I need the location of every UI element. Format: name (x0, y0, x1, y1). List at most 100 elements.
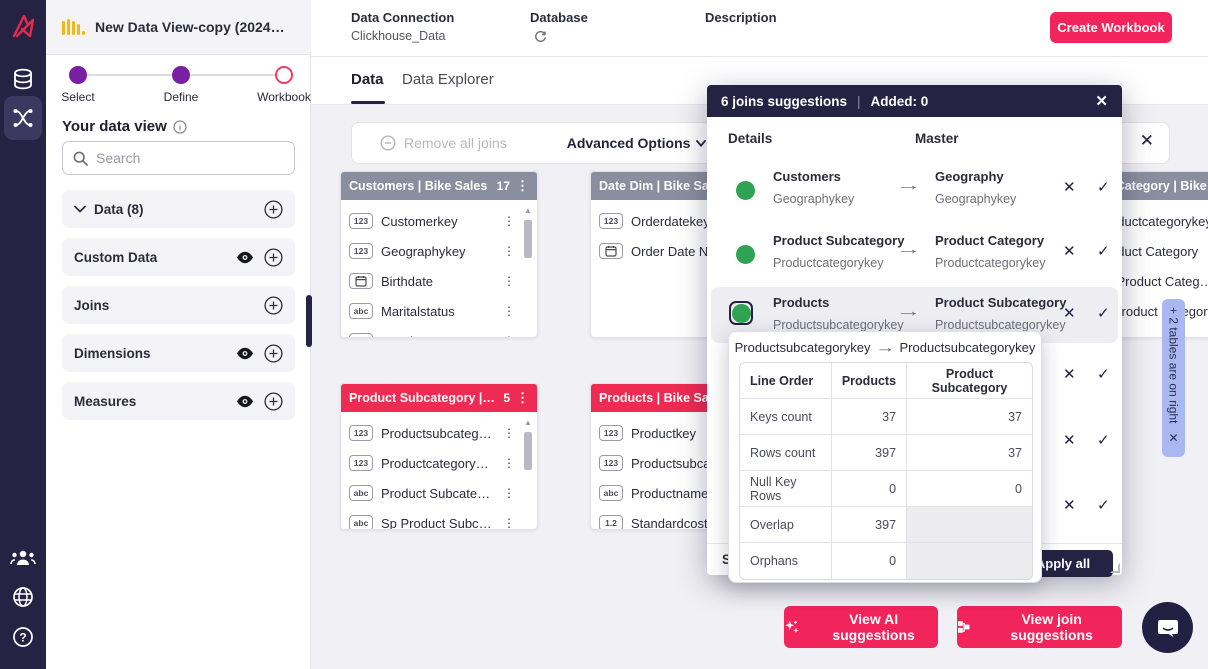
sidebar-item-custom-data[interactable]: Custom Data (62, 238, 295, 276)
step-select-circle[interactable] (69, 66, 87, 84)
field-row[interactable]: 123Productcategorykey⋮ (349, 448, 537, 478)
number-type-icon: 123 (599, 213, 623, 229)
kebab-menu-icon[interactable]: ⋮ (503, 516, 515, 530)
joins-nav-icon[interactable] (0, 107, 46, 129)
accept-join-icon[interactable]: ✓ (1097, 496, 1110, 514)
kebab-menu-icon[interactable]: ⋮ (503, 426, 515, 440)
field-row[interactable]: abcMaritalstatus⋮ (349, 296, 537, 326)
sidebar-item-joins[interactable]: Joins (62, 286, 295, 324)
table-field-count: 17 (497, 179, 510, 193)
tab-data-explorer[interactable]: Data Explorer (402, 71, 494, 88)
accept-join-icon[interactable]: ✓ (1097, 178, 1110, 196)
add-icon[interactable] (264, 392, 283, 411)
database-field: Database (530, 10, 588, 43)
tables-overflow-badge[interactable]: + 2 tables are on right ✕ (1162, 299, 1185, 457)
field-row[interactable]: abcProduct Subcategory⋮ (349, 478, 537, 508)
details-column-label: Details (728, 131, 772, 146)
field-row[interactable]: abcSp Product Subcategory⋮ (349, 508, 537, 530)
accept-join-icon[interactable]: ✓ (1097, 365, 1110, 383)
globe-nav-icon[interactable] (0, 586, 46, 608)
reject-join-icon[interactable]: ✕ (1063, 496, 1076, 514)
search-box[interactable] (62, 141, 295, 175)
eye-icon[interactable] (236, 251, 254, 264)
sparkles-icon (784, 619, 800, 636)
tab-data[interactable]: Data (351, 71, 384, 88)
dataview-title-bar[interactable]: New Data View-copy (2024… (46, 0, 311, 55)
field-row[interactable]: 123Geographykey⋮ (349, 236, 537, 266)
close-icon[interactable]: ✕ (1095, 92, 1108, 110)
support-chat-button[interactable] (1142, 602, 1193, 653)
sidebar-item-label: Dimensions (74, 346, 228, 361)
join-arrow-icon: → (875, 340, 895, 355)
calendar-icon (349, 273, 373, 289)
join-suggestion-row[interactable]: Product Subcategory Productcategorykey →… (711, 225, 1118, 281)
join-suggestion-row[interactable]: Customers Geographykey → Geography Geogr… (711, 161, 1118, 217)
add-icon[interactable] (264, 200, 283, 219)
remove-all-joins-button[interactable]: Remove all joins (380, 135, 507, 151)
modal-added-count: Added: 0 (871, 94, 929, 109)
table-row: Rows count 397 37 (740, 435, 1032, 471)
create-workbook-button[interactable]: Create Workbook (1050, 12, 1172, 43)
view-join-suggestions-button[interactable]: View join suggestions (957, 606, 1122, 648)
app-logo-icon[interactable] (0, 12, 46, 40)
advanced-options-dropdown[interactable]: Advanced Options (567, 135, 707, 151)
reject-join-icon[interactable]: ✕ (1063, 365, 1076, 383)
add-icon[interactable] (264, 248, 283, 267)
text-type-icon: abc (599, 485, 623, 501)
number-type-icon: 123 (349, 213, 373, 229)
field-row[interactable]: 123Customerkey⋮ (349, 206, 537, 236)
kebab-menu-icon[interactable]: ⋮ (503, 486, 515, 500)
card-scrollbar[interactable]: ▲▼ (522, 206, 534, 338)
table-card-product-subcategory[interactable]: Product Subcategory | Bike Sales 5 ⋮ 123… (340, 383, 538, 530)
table-card-customers[interactable]: Customers | Bike Sales 17 ⋮ 123Customerk… (340, 171, 538, 338)
add-icon[interactable] (264, 296, 283, 315)
svg-text:?: ? (19, 631, 26, 645)
table-row: Overlap 397 (740, 507, 1032, 543)
step-define-circle[interactable] (172, 66, 190, 84)
view-ai-suggestions-button[interactable]: View AI suggestions (784, 606, 938, 648)
kebab-menu-icon[interactable]: ⋮ (503, 304, 515, 318)
field-row[interactable]: 123Productsubcategorykey⋮ (349, 418, 537, 448)
join-status-dot[interactable] (729, 301, 753, 325)
left-icon-rail: ? (0, 0, 46, 669)
sidebar-resize-handle[interactable] (306, 295, 312, 347)
eye-icon[interactable] (236, 347, 254, 360)
search-input[interactable] (96, 150, 266, 166)
kebab-menu-icon[interactable]: ⋮ (503, 334, 515, 338)
close-icon[interactable]: ✕ (1168, 431, 1178, 445)
card-scrollbar[interactable]: ▲▼ (522, 418, 534, 530)
kebab-menu-icon[interactable]: ⋮ (503, 214, 515, 228)
field-row[interactable]: Birthdate⋮ (349, 266, 537, 296)
eye-icon[interactable] (236, 395, 254, 408)
help-nav-icon[interactable]: ? (0, 626, 46, 648)
add-icon[interactable] (264, 344, 283, 363)
reject-join-icon[interactable]: ✕ (1063, 431, 1076, 449)
table-card-header[interactable]: Customers | Bike Sales 17 ⋮ (341, 172, 537, 200)
kebab-menu-icon[interactable]: ⋮ (516, 178, 529, 194)
number-type-icon: 123 (349, 425, 373, 441)
table-card-header[interactable]: Product Subcategory | Bike Sales 5 ⋮ (341, 384, 537, 412)
refresh-icon[interactable] (534, 30, 547, 43)
reject-join-icon[interactable]: ✕ (1063, 304, 1076, 322)
reject-join-icon[interactable]: ✕ (1063, 242, 1076, 260)
database-nav-icon[interactable] (0, 68, 46, 92)
sidebar-item-measures[interactable]: Measures (62, 382, 295, 420)
step-workbook-circle[interactable] (275, 66, 293, 84)
join-arrow-icon: → (896, 177, 922, 194)
sidebar-item-data[interactable]: Data (8) (62, 190, 295, 228)
step-workbook-label: Workbook (257, 90, 311, 104)
kebab-menu-icon[interactable]: ⋮ (503, 244, 515, 258)
toolbar-close-icon[interactable]: ✕ (1140, 131, 1154, 151)
users-nav-icon[interactable] (0, 548, 46, 568)
kebab-menu-icon[interactable]: ⋮ (503, 274, 515, 288)
field-row[interactable]: abcGender⋮ (349, 326, 537, 338)
join-stats-table: Line Order Products Product Subcategory … (739, 362, 1033, 580)
accept-join-icon[interactable]: ✓ (1097, 431, 1110, 449)
kebab-menu-icon[interactable]: ⋮ (503, 456, 515, 470)
accept-join-icon[interactable]: ✓ (1097, 304, 1110, 322)
accept-join-icon[interactable]: ✓ (1097, 242, 1110, 260)
info-icon[interactable]: i (173, 120, 187, 134)
kebab-menu-icon[interactable]: ⋮ (516, 390, 529, 406)
sidebar-item-dimensions[interactable]: Dimensions (62, 334, 295, 372)
reject-join-icon[interactable]: ✕ (1063, 178, 1076, 196)
